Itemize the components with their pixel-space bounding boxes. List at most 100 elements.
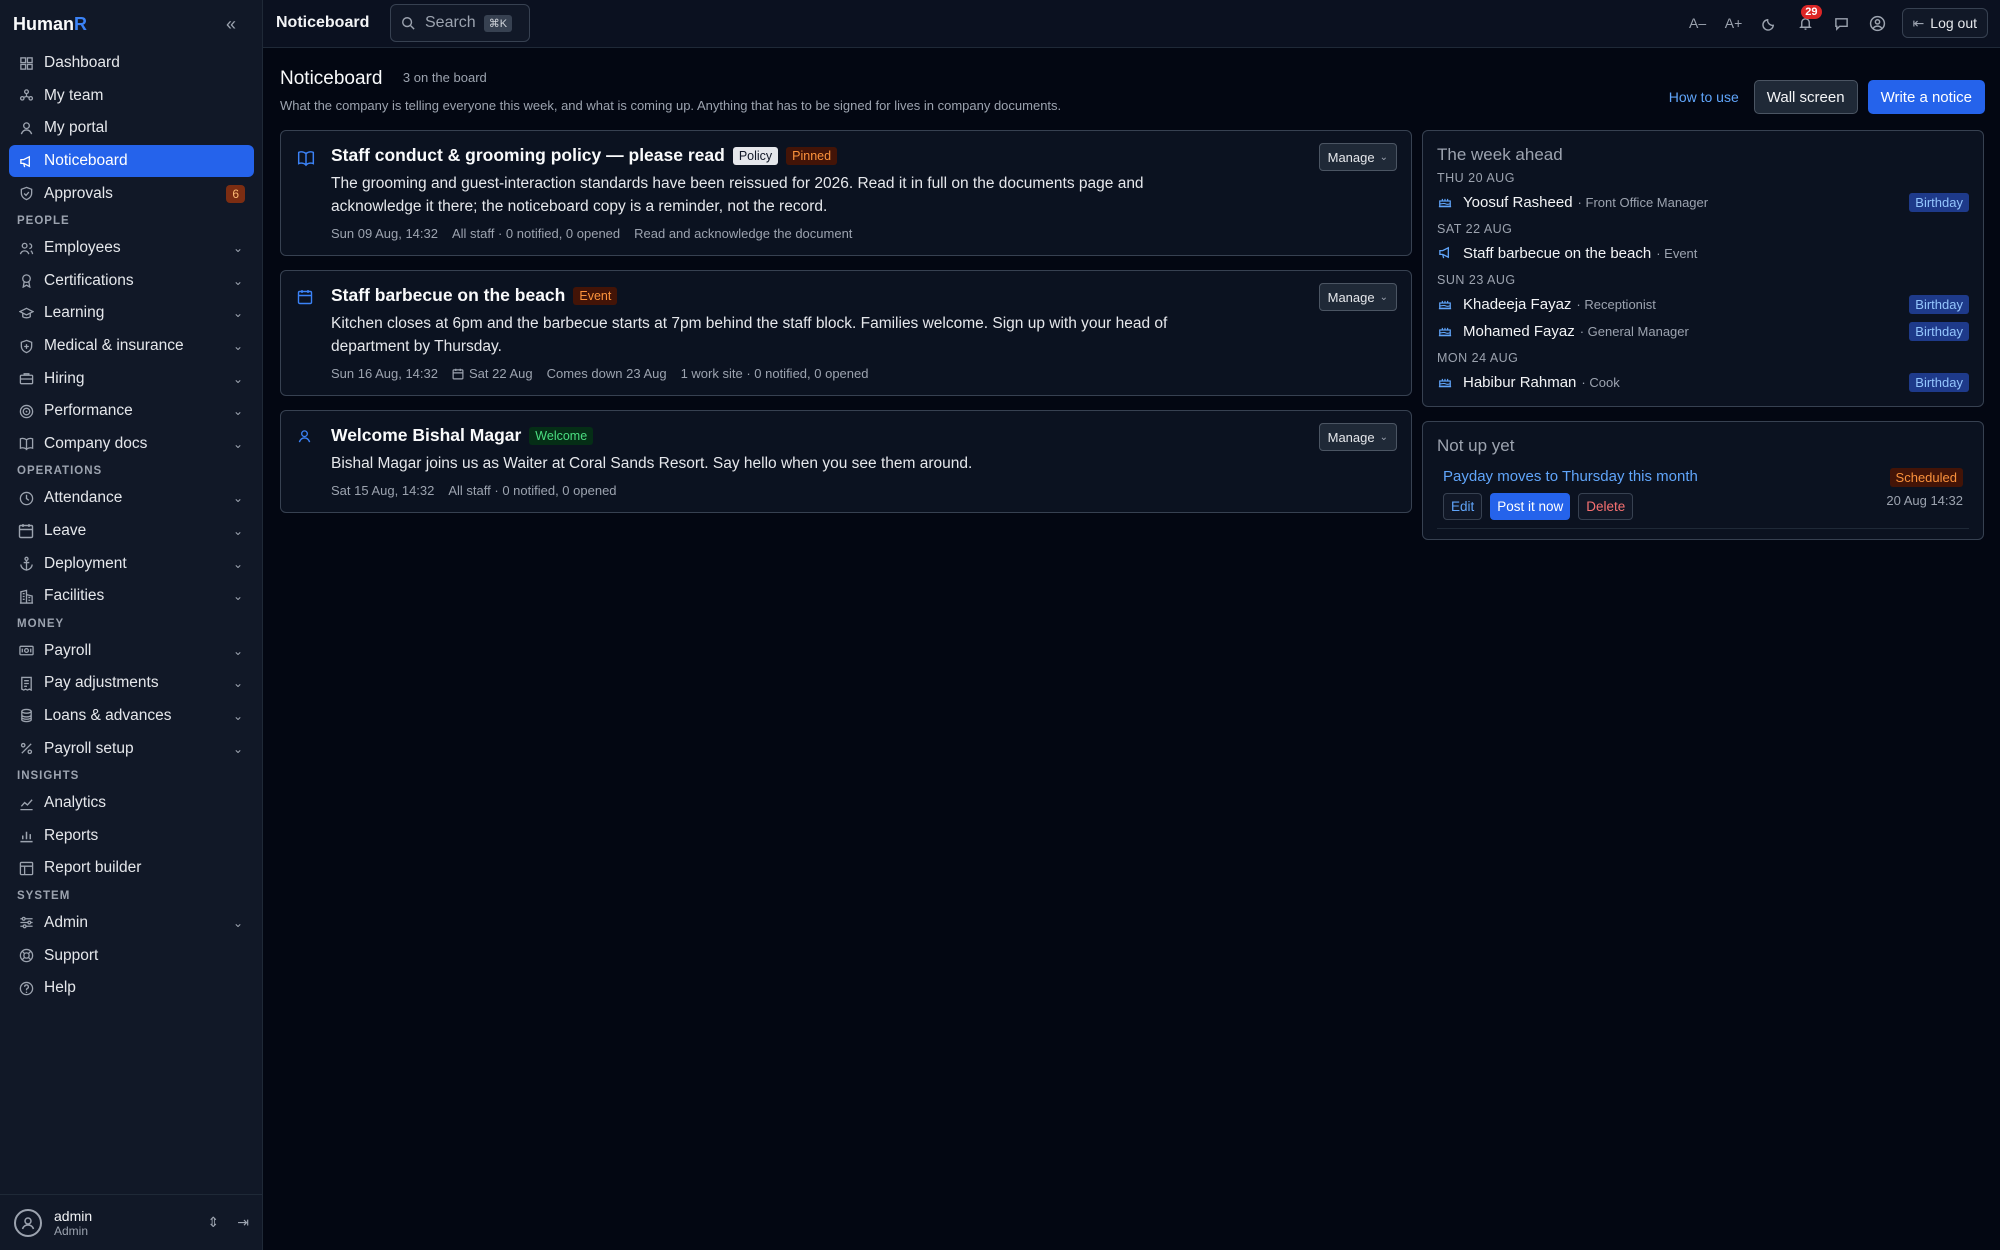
sidebar-item-employees[interactable]: Employees ⌄: [9, 232, 254, 265]
search-input[interactable]: Search ⌘K: [390, 4, 530, 42]
chevron-down-icon[interactable]: ⌄: [231, 339, 245, 353]
sidebar-item-reports[interactable]: Reports: [9, 819, 254, 852]
sidebar-item-medical-insurance[interactable]: Medical & insurance ⌄: [9, 330, 254, 363]
notice-meta-text: All staff · 0 notified, 0 opened: [451, 226, 621, 241]
sidebar-item-noticeboard[interactable]: Noticeboard: [9, 144, 254, 178]
sidebar-item-report-builder[interactable]: Report builder: [9, 852, 254, 885]
manage-label: Manage: [1327, 149, 1375, 165]
notice-meta: 1 work site · 0 notified, 0 opened: [681, 366, 869, 381]
sidebar-item-payroll[interactable]: Payroll ⌄: [9, 635, 254, 668]
chevron-down-icon[interactable]: ⌄: [231, 372, 245, 386]
sidebar-item-my-team[interactable]: My team: [9, 80, 254, 113]
sidebar-item-learning[interactable]: Learning ⌄: [9, 297, 254, 330]
notice-title[interactable]: Staff barbecue on the beach: [331, 285, 565, 306]
week-entry[interactable]: Staff barbecue on the beach Event: [1437, 240, 1969, 267]
week-entry-role: General Manager: [1580, 324, 1689, 339]
notice-meta: All staff · 0 notified, 0 opened: [452, 226, 620, 241]
sidebar: HumanR « Dashboard My team My portal Notice…: [0, 0, 263, 1250]
sidebar-item-loans-advances[interactable]: Loans & advances ⌄: [9, 700, 254, 733]
sign-out-icon[interactable]: ⇥: [237, 1214, 249, 1231]
week-entry[interactable]: Khadeeja Fayaz Receptionist Birthday: [1437, 291, 1969, 318]
sidebar-item-admin[interactable]: Admin ⌄: [9, 907, 254, 940]
chevron-down-icon[interactable]: ⌄: [231, 916, 245, 930]
sidebar-item-label: Learning: [44, 304, 105, 322]
sidebar-item-help[interactable]: Help: [9, 972, 254, 1005]
sidebar-item-my-portal[interactable]: My portal: [9, 112, 254, 145]
chevron-down-icon[interactable]: ⌄: [231, 491, 245, 505]
increase-font-button[interactable]: A+: [1716, 8, 1752, 38]
notice-card: Staff barbecue on the beach Event Kitchen …: [280, 270, 1412, 396]
chevron-down-icon[interactable]: ⌄: [231, 557, 245, 571]
notice-meta-text: Sat 22 Aug: [468, 366, 533, 381]
moon-icon[interactable]: [1752, 8, 1788, 38]
how-to-use-link[interactable]: How to use: [1669, 89, 1739, 105]
sidebar-item-hiring[interactable]: Hiring ⌄: [9, 362, 254, 395]
search-shortcut: ⌘K: [483, 14, 513, 32]
sidebar-item-facilities[interactable]: Facilities ⌄: [9, 580, 254, 613]
chevron-down-icon[interactable]: ⌄: [231, 524, 245, 538]
user-menu[interactable]: admin Admin ⇕ ⇥: [0, 1194, 263, 1250]
birthday-badge: Birthday: [1909, 295, 1969, 314]
sidebar-item-label: Medical & insurance: [44, 337, 184, 355]
book-icon: [18, 436, 34, 452]
cake-icon: [1437, 374, 1453, 391]
logout-button[interactable]: ⇤ Log out: [1901, 8, 1988, 38]
wall-screen-button[interactable]: Wall screen: [1753, 80, 1858, 114]
sidebar-item-label: Leave: [44, 522, 87, 540]
account-icon[interactable]: [1860, 8, 1896, 38]
write-notice-button[interactable]: Write a notice: [1867, 80, 1985, 114]
chevron-down-icon[interactable]: ⌄: [231, 437, 245, 451]
sidebar-item-pay-adjustments[interactable]: Pay adjustments ⌄: [9, 667, 254, 700]
collapse-sidebar-icon[interactable]: «: [226, 14, 236, 35]
sidebar-nav: Dashboard My team My portal Noticeboard Appr…: [9, 47, 254, 1004]
week-entry[interactable]: Yoosuf Rasheed Front Office Manager Birthd…: [1437, 189, 1969, 216]
bell-icon[interactable]: 29: [1788, 5, 1824, 38]
sidebar-item-dashboard[interactable]: Dashboard: [9, 47, 254, 80]
sidebar-item-label: Payroll setup: [44, 739, 134, 757]
chevron-down-icon[interactable]: ⌄: [231, 644, 245, 658]
sliders-icon: [18, 915, 34, 931]
chevron-down-icon[interactable]: ⌄: [231, 241, 245, 255]
sidebar-item-certifications[interactable]: Certifications ⌄: [9, 265, 254, 298]
chevron-updown-icon[interactable]: ⇕: [208, 1214, 220, 1231]
manage-dropdown[interactable]: Manage ⌄: [1318, 283, 1397, 311]
notice-meta: Sun 16 Aug, 14:32: [331, 366, 438, 381]
chevron-down-icon[interactable]: ⌄: [231, 676, 245, 690]
post-now-button[interactable]: Post it now: [1490, 493, 1571, 520]
week-entry[interactable]: Mohamed Fayaz General Manager Birthday: [1437, 318, 1969, 345]
sidebar-item-company-docs[interactable]: Company docs ⌄: [9, 428, 254, 461]
calendar-icon: [452, 368, 464, 380]
sidebar-item-leave[interactable]: Leave ⌄: [9, 515, 254, 548]
sidebar-item-payroll-setup[interactable]: Payroll setup ⌄: [9, 732, 254, 765]
edit-button[interactable]: Edit: [1443, 493, 1483, 520]
sidebar-item-performance[interactable]: Performance ⌄: [9, 395, 254, 428]
notice-title[interactable]: Welcome Bishal Magar: [331, 425, 521, 446]
book-open-icon: [297, 149, 315, 167]
sidebar-item-analytics[interactable]: Analytics: [9, 787, 254, 820]
sidebar-item-attendance[interactable]: Attendance ⌄: [9, 482, 254, 515]
week-ahead-panel: The week ahead THU 20 AUG Yoosuf Rasheed F…: [1422, 130, 1984, 407]
scheduled-notice-title[interactable]: Payday moves to Thursday this month: [1443, 468, 1963, 485]
message-icon[interactable]: [1824, 8, 1860, 38]
notice-meta-text: Read and acknowledge the document: [634, 226, 853, 241]
user-icon: [297, 429, 315, 447]
sidebar-item-approvals[interactable]: Approvals 6: [9, 177, 254, 210]
chevron-down-icon[interactable]: ⌄: [231, 274, 245, 288]
delete-button[interactable]: Delete: [1578, 493, 1634, 520]
sidebar-item-label: Report builder: [44, 859, 142, 877]
chevron-down-icon[interactable]: ⌄: [231, 742, 245, 756]
sidebar-item-deployment[interactable]: Deployment ⌄: [9, 547, 254, 580]
chevron-down-icon[interactable]: ⌄: [231, 306, 245, 320]
chevron-down-icon[interactable]: ⌄: [231, 589, 245, 603]
notice-title[interactable]: Staff conduct & grooming policy — please…: [331, 145, 725, 166]
week-day-heading: MON 24 AUG: [1437, 351, 1519, 365]
decrease-font-button[interactable]: A–: [1680, 8, 1716, 38]
manage-dropdown[interactable]: Manage ⌄: [1318, 423, 1397, 451]
sidebar-item-support[interactable]: Support: [9, 939, 254, 972]
week-entry[interactable]: Habibur Rahman Cook Birthday: [1437, 369, 1969, 396]
chevron-down-icon[interactable]: ⌄: [231, 404, 245, 418]
week-entry-role: Event: [1656, 246, 1697, 261]
brand-logo[interactable]: HumanR: [13, 14, 87, 35]
chevron-down-icon[interactable]: ⌄: [231, 709, 245, 723]
manage-dropdown[interactable]: Manage ⌄: [1318, 143, 1397, 171]
